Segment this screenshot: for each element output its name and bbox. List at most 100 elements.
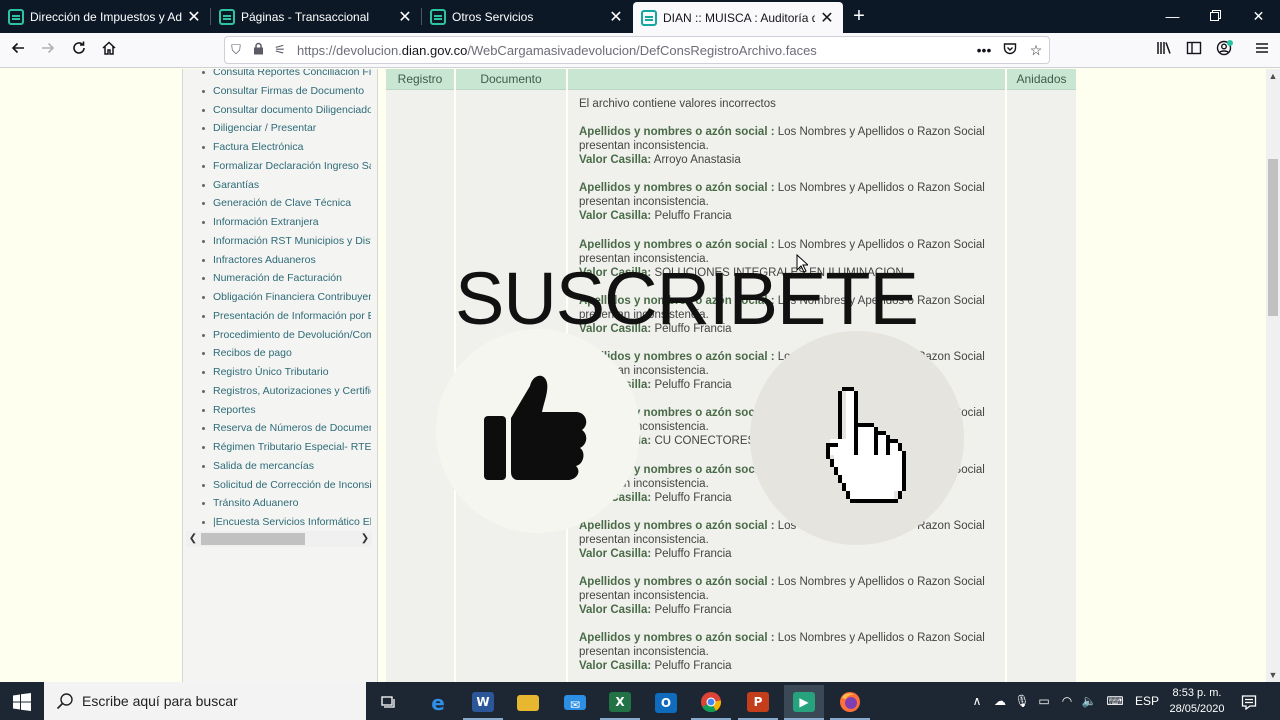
menu-item[interactable]: Procedimiento de Devolución/Compensación [183,326,371,345]
scrollbar-thumb[interactable] [1268,159,1278,316]
forward-arrow-icon [42,42,55,54]
notification-center-icon[interactable] [1238,682,1260,720]
column-divider [1005,69,1007,682]
screen-recorder-icon[interactable]: ▶ [784,685,824,720]
scrollbar-thumb[interactable] [201,533,305,545]
menu-item[interactable]: |Encuesta Servicios Informático Electrón… [183,513,371,531]
menu-item[interactable]: Tránsito Aduanero [183,494,371,513]
menu-item[interactable]: Diligenciar / Presentar [183,119,371,138]
menu-item[interactable]: Generación de Clave Técnica [183,194,371,213]
menu-item[interactable]: Reportes [183,401,371,420]
tab-paginas-transaccional[interactable]: Páginas - Transaccional ✕ [211,0,422,33]
library-icon[interactable] [1150,37,1178,65]
menu-item[interactable]: Factura Electrónica [183,138,371,157]
bookmark-star-icon[interactable]: ☆ [1023,42,1049,59]
sidebar-toggle-icon[interactable] [1180,37,1208,65]
cell-value: Peluffo Francia [654,210,732,223]
menu-item[interactable]: Información Extranjera [183,213,371,232]
menu-item[interactable]: Régimen Tributario Especial- RTE [183,438,371,457]
page-actions-icon[interactable]: ••• [971,42,997,58]
microphone-icon[interactable]: 🎙 [1012,682,1032,720]
tab-muisca-auditoria[interactable]: DIAN :: MUISCA : Auditoría de l ✕ [633,2,843,33]
menu-item[interactable]: Reserva de Números de Documento [183,419,371,438]
back-button[interactable] [4,37,32,65]
pocket-icon[interactable] [997,42,1023,59]
menu-item[interactable]: Salida de mercancías [183,457,371,476]
menu-item[interactable]: Formalizar Declaración Ingreso Sal [183,157,371,176]
menu-item[interactable]: Información RST Municipios y Distritos [183,232,371,251]
close-window-button[interactable]: ✕ [1237,0,1280,33]
account-icon[interactable] [1210,37,1238,65]
page-vertical-scrollbar[interactable]: ▲ ▼ [1266,69,1280,682]
show-hidden-icons[interactable]: ∧ [968,682,986,720]
reload-icon [73,41,85,54]
search-icon [56,693,73,710]
menu-item[interactable]: Numeración de Facturación [183,269,371,288]
cell-value: Arroyo Anastasia [653,154,741,166]
menu-item[interactable]: Registros, Autorizaciones y Certificacio… [183,382,371,401]
cell-value: Peluffo Francia [654,604,732,616]
menu-item[interactable]: Recibos de pago [183,344,371,363]
firefox-icon[interactable] [830,685,870,720]
word-icon[interactable]: W [463,685,503,720]
menu-item[interactable]: Presentación de Información por Envío [183,307,371,326]
battery-icon[interactable]: ▭ [1034,682,1054,720]
shield-icon[interactable]: ⛉ [225,42,247,58]
tab-otros-servicios[interactable]: Otros Servicios ✕ [422,0,632,33]
excel-icon[interactable]: X [600,685,640,720]
navigation-toolbar: ⛉ ⚟ https://devolucion.dian.gov.co/WebCa… [0,33,1280,68]
start-button[interactable] [2,684,42,719]
error-message-line: Apellidos y nombres o azón social : Los … [579,519,989,547]
wifi-icon[interactable]: ◠ [1056,682,1078,720]
menu-item[interactable]: Infractores Aduaneros [183,251,371,270]
file-explorer-icon[interactable] [508,685,548,720]
cell-value: Peluffo Francia [654,491,732,504]
pointer-hand-icon [826,387,906,503]
chrome-icon[interactable] [691,685,731,720]
url-bar[interactable]: ⛉ ⚟ https://devolucion.dian.gov.co/WebCa… [224,36,1050,64]
edge-browser-icon[interactable]: e [418,685,458,720]
tab-dian-home[interactable]: Dirección de Impuestos y Aduanas ✕ [0,0,211,33]
value-label: Valor Casilla: [579,210,652,223]
close-icon[interactable]: ✕ [393,7,417,27]
restore-button[interactable] [1194,0,1237,33]
new-tab-button[interactable]: + [846,3,872,29]
close-icon[interactable]: ✕ [604,7,628,27]
scroll-left-icon[interactable]: ❮ [186,531,200,547]
lock-icon[interactable] [247,42,269,58]
menu-horizontal-scrollbar[interactable]: ❮ ❯ [186,531,372,547]
menu-item[interactable]: Obligación Financiera Contribuyente [183,288,371,307]
close-icon[interactable]: ✕ [182,7,206,27]
keyboard-icon[interactable]: ⌨ [1102,682,1128,720]
scroll-down-icon[interactable]: ▼ [1266,668,1280,682]
outlook-icon[interactable]: O [646,685,686,720]
menu-hamburger-icon[interactable] [1248,37,1276,65]
scroll-up-icon[interactable]: ▲ [1266,69,1280,83]
language-indicator[interactable]: ESP [1132,682,1162,720]
menu-item[interactable]: Consulta Reportes Conciliación Fiscal [183,69,371,82]
powerpoint-icon[interactable]: P [738,685,778,720]
volume-icon[interactable]: 🔈 [1078,682,1100,720]
menu-item[interactable]: Registro Único Tributario [183,363,371,382]
close-icon[interactable]: ✕ [815,8,839,28]
url-text[interactable]: https://devolucion.dian.gov.co/WebCargam… [297,43,971,58]
menu-item[interactable]: Consultar documento Diligenciado [183,101,371,120]
mail-icon[interactable]: ✉ [555,685,595,720]
name-label: Apellidos y nombres o azón social : [579,238,775,251]
home-button[interactable] [95,37,123,65]
minimize-button[interactable]: — [1151,0,1194,33]
value-label: Valor Casilla: [579,154,652,166]
error-entry: Apellidos y nombres o azón social : Los … [579,575,989,631]
reload-button[interactable] [65,37,93,65]
onedrive-icon[interactable]: ☁ [990,682,1010,720]
permissions-icon[interactable]: ⚟ [269,42,291,58]
forward-button[interactable] [34,37,62,65]
taskbar-search-box[interactable]: Escribe aquí para buscar [44,682,366,720]
name-label: Apellidos y nombres o azón social : [579,576,775,588]
task-view-icon[interactable] [369,685,409,720]
system-clock[interactable]: 8:53 p. m. 28/05/2020 [1160,685,1234,717]
menu-item[interactable]: Solicitud de Corrección de Inconsistenci… [183,476,371,495]
menu-item[interactable]: Consultar Firmas de Documento [183,82,371,101]
menu-item[interactable]: Garantías [183,176,371,195]
scroll-right-icon[interactable]: ❯ [358,531,372,547]
